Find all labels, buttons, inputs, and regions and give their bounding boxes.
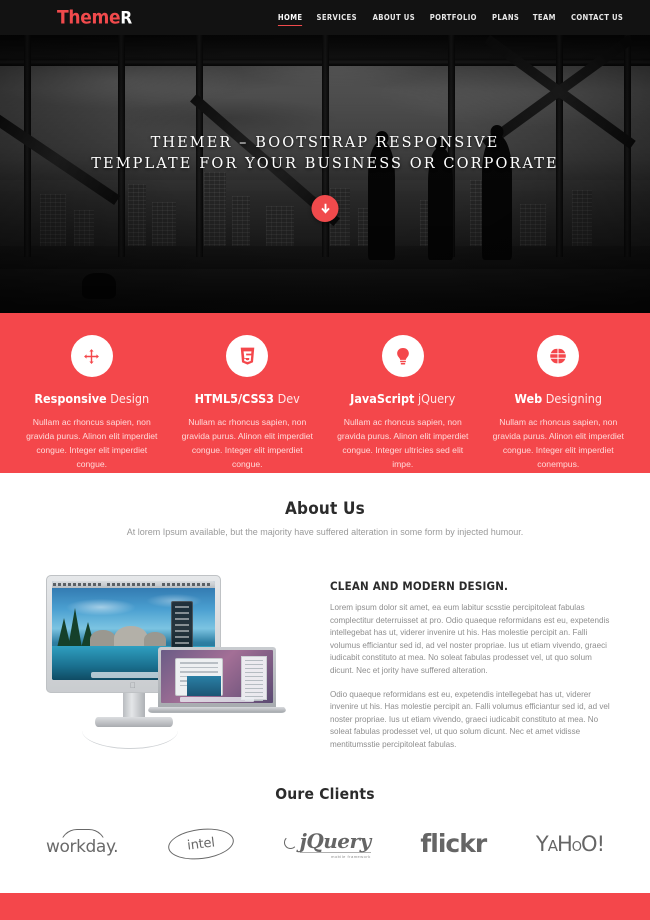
- nav-item-team[interactable]: TEAM: [533, 9, 556, 26]
- about-subtitle: At lorem Ipsum available, but the majori…: [126, 527, 524, 537]
- lightbulb-icon: [396, 347, 409, 364]
- about-content-row: : [0, 571, 650, 763]
- about-paragraph-1: Lorem ipsum dolor sit amet, ea eum labit…: [330, 603, 610, 675]
- feature-title-bold: JavaScript: [350, 391, 415, 406]
- about-heading: CLEAN AND MODERN DESIGN.: [330, 579, 509, 593]
- feature-title-bold: Web: [514, 391, 543, 406]
- hero-headline-line1: THEMER – BOOTSTRAP RESPONSIVE: [150, 135, 500, 151]
- jquery-logo-text: jQuery: [299, 828, 372, 853]
- feature-card-web-designing[interactable]: Web Designing Nullam ac rhoncus sapien, …: [481, 335, 637, 469]
- feature-card-html5-css3-dev[interactable]: HTML5/CSS3 Dev Nullam ac rhoncus sapien,…: [170, 335, 326, 469]
- nav-item-about-us[interactable]: ABOUT US: [372, 9, 414, 26]
- about-title: About Us: [285, 499, 365, 519]
- macbook-image: [145, 647, 289, 716]
- feature-icon-wrap: [381, 335, 424, 377]
- logo-text-secondary: R: [120, 8, 132, 28]
- scroll-down-button[interactable]: [311, 195, 339, 222]
- nav-item-services[interactable]: SERVICES: [317, 9, 357, 26]
- footer-accent-bar: [0, 893, 650, 920]
- logo-text-primary: Theme: [57, 6, 121, 28]
- nav-item-plans[interactable]: PLANS: [492, 9, 519, 26]
- globe-icon: [549, 347, 568, 365]
- workday-logo[interactable]: workday.: [46, 830, 119, 857]
- feature-card-responsive-design[interactable]: Responsive Design Nullam ac rhoncus sapi…: [14, 335, 170, 469]
- feature-description: Nullam ac rhoncus sapien, non gravida pu…: [26, 416, 158, 469]
- feature-card-javascript-jquery[interactable]: JavaScript jQuery Nullam ac rhoncus sapi…: [325, 335, 481, 469]
- about-illustration: : [38, 571, 308, 756]
- intel-logo-text: intel: [186, 834, 216, 853]
- feature-description: Nullam ac rhoncus sapien, non gravida pu…: [181, 416, 313, 469]
- jquery-swirl-icon: [283, 835, 297, 849]
- feature-title-light: jQuery: [418, 391, 456, 406]
- feature-title: Web Designing: [489, 391, 629, 406]
- arrows-move-icon: [84, 348, 100, 364]
- jquery-logo[interactable]: jQuery mobile framework: [283, 828, 372, 859]
- hero-headline-line2: TEMPLATE FOR YOUR BUSINESS OR CORPORATE: [91, 156, 559, 172]
- feature-title-bold: Responsive: [34, 391, 107, 406]
- feature-title-bold: HTML5/CSS3: [194, 391, 274, 406]
- main-navigation: HOME SERVICES ABOUT US PORTFOLIO PLANS T…: [277, 0, 625, 35]
- intel-logo[interactable]: intel: [166, 824, 236, 863]
- yahoo-logo-text: YAHOO!: [535, 831, 605, 856]
- feature-description: Nullam ac rhoncus sapien, non gravida pu…: [337, 416, 469, 469]
- feature-icon-wrap: [226, 335, 269, 377]
- flickr-logo[interactable]: flickr: [420, 829, 487, 858]
- feature-title: HTML5/CSS3 Dev: [178, 391, 318, 406]
- feature-description: Nullam ac rhoncus sapien, non gravida pu…: [492, 416, 624, 469]
- nav-item-portfolio[interactable]: PORTFOLIO: [430, 9, 477, 26]
- nav-item-contact-us[interactable]: CONTACT US: [571, 9, 623, 26]
- features-section: Responsive Design Nullam ac rhoncus sapi…: [0, 313, 650, 473]
- hero-headline: THEMER – BOOTSTRAP RESPONSIVE TEMPLATE F…: [0, 133, 650, 175]
- cinema-display-image: : [46, 575, 289, 749]
- site-logo[interactable]: ThemeR: [57, 8, 132, 27]
- feature-title: Responsive Design: [22, 391, 162, 406]
- jquery-logo-subtext: mobile framework: [299, 851, 371, 859]
- feature-title-light: Dev: [277, 391, 300, 406]
- feature-icon-wrap: [70, 335, 113, 377]
- clients-section: Oure Clients workday. intel jQuery mobil…: [0, 762, 650, 863]
- about-paragraph-2: Odio quaeque reformidans est eu, expeten…: [330, 689, 610, 749]
- css3-icon: [240, 347, 255, 365]
- arrow-down-circle-icon: [320, 203, 330, 214]
- about-section: About Us At lorem Ipsum available, but t…: [0, 473, 650, 763]
- nav-item-home[interactable]: HOME: [277, 9, 303, 26]
- page-root: ThemeR HOME SERVICES ABOUT US PORTFOLIO …: [0, 0, 650, 920]
- site-header: ThemeR HOME SERVICES ABOUT US PORTFOLIO …: [0, 0, 650, 35]
- hero-banner: THEMER – BOOTSTRAP RESPONSIVE TEMPLATE F…: [0, 35, 650, 313]
- feature-title-light: Designing: [545, 391, 602, 406]
- yahoo-logo[interactable]: YAHOO!: [535, 831, 605, 856]
- about-text-block: CLEAN AND MODERN DESIGN. Lorem ipsum dol…: [330, 571, 612, 763]
- feature-title-light: Design: [110, 391, 150, 406]
- feature-icon-wrap: [537, 335, 580, 377]
- clients-title: Oure Clients: [275, 784, 375, 803]
- feature-title: JavaScript jQuery: [333, 391, 473, 406]
- clients-logo-row: workday. intel jQuery mobile framework f…: [0, 803, 650, 863]
